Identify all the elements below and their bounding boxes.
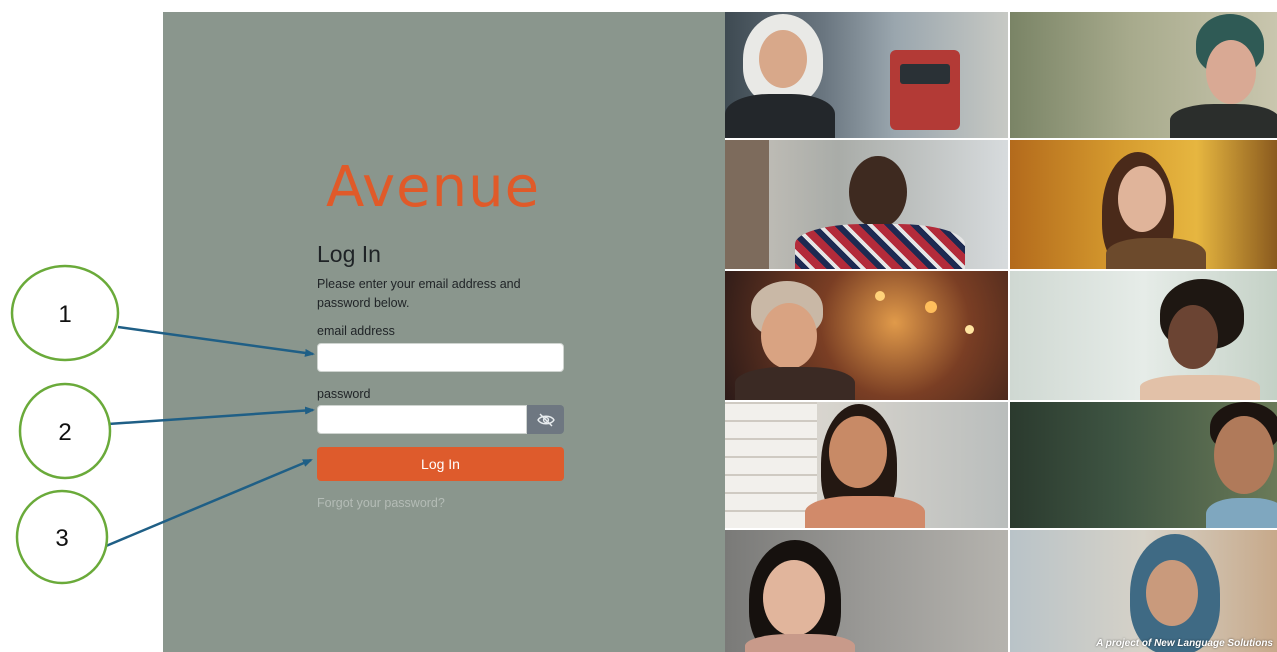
page: Avenue Log In Please enter your email ad… bbox=[0, 0, 1277, 652]
callout-arrow-3 bbox=[105, 458, 313, 548]
callout-number-1: 1 bbox=[58, 301, 71, 328]
callout-arrow-2 bbox=[107, 406, 315, 426]
callout-number-3: 3 bbox=[55, 525, 68, 552]
annotation-overlay: 1 2 3 bbox=[10, 264, 315, 585]
callout-arrow-1 bbox=[117, 325, 315, 357]
callout-number-2: 2 bbox=[58, 419, 71, 446]
